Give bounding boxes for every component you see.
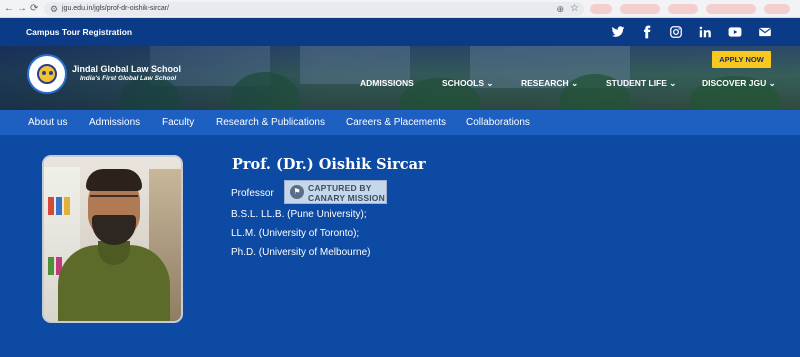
subnav-about-us[interactable]: About us — [28, 110, 67, 135]
extension-icon[interactable] — [668, 4, 698, 14]
photo-book — [48, 257, 54, 275]
forward-icon[interactable]: → — [17, 2, 27, 16]
photo-book — [64, 197, 70, 215]
badge-line-1: CAPTURED BY — [308, 183, 372, 193]
photo-hair — [86, 169, 142, 191]
subnav-research-publications[interactable]: Research & Publications — [216, 110, 325, 135]
twitter-icon[interactable] — [611, 25, 625, 39]
chevron-down-icon: ⌄ — [666, 78, 677, 88]
youtube-icon[interactable] — [728, 25, 742, 39]
subnav-collaborations[interactable]: Collaborations — [466, 110, 530, 135]
zoom-icon[interactable]: ⊕ — [556, 2, 564, 16]
logo-emblem-eye — [49, 71, 53, 75]
school-tagline: India's First Global Law School — [80, 75, 177, 82]
extension-icon[interactable] — [590, 4, 612, 14]
chevron-down-icon: ⌄ — [484, 78, 494, 88]
menu-research[interactable]: RESEARCH ⌄ — [521, 78, 578, 88]
bookmark-star-icon[interactable]: ☆ — [570, 2, 579, 16]
photo-book — [56, 197, 62, 215]
menu-discover-jgu[interactable]: DISCOVER JGU ⌄ — [702, 78, 776, 88]
url-text[interactable]: jgu.edu.in/jgls/prof-dr-oishik-sircar/ — [62, 2, 169, 16]
profile-title: Professor — [231, 188, 274, 199]
badge-logo-icon: ⚑ — [290, 185, 304, 199]
site-info-icon[interactable]: ⚙ — [50, 2, 58, 16]
site-header: Jindal Global Law School India's First G… — [0, 46, 800, 110]
menu-admissions[interactable]: ADMISSIONS — [360, 78, 414, 88]
menu-student-life-label: STUDENT LIFE — [606, 78, 667, 88]
address-bar[interactable]: ⚙ jgu.edu.in/jgls/prof-dr-oishik-sircar/… — [44, 2, 584, 16]
profile-section: Prof. (Dr.) Oishik Sircar Professor ⚑ CA… — [0, 135, 800, 357]
browser-toolbar: ← → ⟳ ⚙ jgu.edu.in/jgls/prof-dr-oishik-s… — [0, 0, 800, 18]
secondary-nav: About us Admissions Faculty Research & P… — [0, 110, 800, 135]
apply-now-button[interactable]: APPLY NOW — [712, 51, 771, 68]
captured-badge: ⚑ CAPTURED BY CANARY MISSION — [284, 180, 387, 204]
email-icon[interactable] — [758, 25, 772, 39]
reload-icon[interactable]: ⟳ — [30, 2, 38, 16]
chevron-down-icon: ⌄ — [766, 78, 776, 88]
subnav-careers-placements[interactable]: Careers & Placements — [346, 110, 446, 135]
instagram-icon[interactable] — [669, 25, 683, 39]
linkedin-icon[interactable] — [698, 25, 712, 39]
extension-icon[interactable] — [620, 4, 660, 14]
extension-icon[interactable] — [764, 4, 790, 14]
menu-student-life[interactable]: STUDENT LIFE ⌄ — [606, 78, 676, 88]
menu-schools[interactable]: SCHOOLS ⌄ — [442, 78, 494, 88]
menu-schools-label: SCHOOLS — [442, 78, 485, 88]
badge-line-2: CANARY MISSION — [308, 193, 385, 203]
back-icon[interactable]: ← — [4, 2, 14, 16]
degree-item: B.S.L. LL.B. (Pune University); — [231, 209, 367, 220]
logo-emblem — [37, 64, 57, 84]
profile-photo — [42, 155, 183, 323]
menu-research-label: RESEARCH — [521, 78, 569, 88]
school-name[interactable]: Jindal Global Law School — [72, 64, 181, 74]
chevron-down-icon: ⌄ — [568, 78, 579, 88]
facebook-icon[interactable] — [640, 25, 654, 39]
top-bar: Campus Tour Registration — [0, 18, 800, 46]
degree-item: Ph.D. (University of Melbourne) — [231, 247, 371, 258]
extension-icon[interactable] — [706, 4, 756, 14]
profile-name: Prof. (Dr.) Oishik Sircar — [232, 156, 426, 173]
campus-tour-link[interactable]: Campus Tour Registration — [26, 18, 132, 46]
jgls-logo[interactable] — [27, 54, 67, 94]
photo-glasses — [90, 195, 138, 205]
subnav-faculty[interactable]: Faculty — [162, 110, 194, 135]
menu-discover-label: DISCOVER JGU — [702, 78, 767, 88]
degree-item: LL.M. (University of Toronto); — [231, 228, 360, 239]
photo-book — [48, 197, 54, 215]
subnav-admissions[interactable]: Admissions — [89, 110, 140, 135]
logo-emblem-eye — [42, 71, 46, 75]
